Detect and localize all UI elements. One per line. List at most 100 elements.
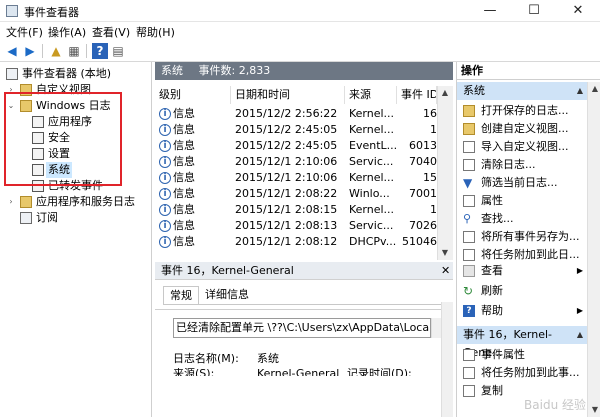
action-item[interactable]: 属性 (457, 192, 587, 210)
action-item[interactable]: 将所有事件另存为... (457, 228, 587, 246)
table-row[interactable]: i 信息 2015/12/1 2:10:06 Kernel... 15 (155, 170, 437, 186)
attach-task-icon (463, 249, 475, 261)
tab-general[interactable]: 常规 (163, 286, 199, 304)
logged-label: 记录时间(D): (347, 368, 412, 376)
cell-source: Kernel... (349, 203, 395, 216)
grid-scrollbar[interactable]: ▲ ▼ (437, 86, 453, 260)
chevron-up-icon[interactable]: ▲ (577, 326, 583, 344)
cell-event-id: 7040 (409, 155, 437, 168)
scroll-up-icon[interactable]: ▲ (588, 82, 600, 96)
info-icon: i (159, 156, 171, 168)
table-row[interactable]: i 信息 2015/12/2 2:45:05 EventL... 6013 (155, 138, 437, 154)
event-count: 事件数: 2,833 (198, 64, 271, 77)
tab-details[interactable]: 详细信息 (199, 286, 255, 304)
watermark: Baidu 经验 (524, 398, 586, 412)
action-item[interactable]: ⚲ 查找... (457, 210, 587, 228)
table-row[interactable]: i 信息 2015/12/2 2:45:05 Kernel... 1 (155, 122, 437, 138)
event-properties-icon (463, 349, 475, 361)
info-icon: i (159, 140, 171, 152)
subscription-icon (20, 212, 32, 224)
tree-root[interactable]: 事件查看器 (本地) (0, 66, 150, 82)
properties-icon (463, 195, 475, 207)
action-item[interactable]: 创建自定义视图... (457, 120, 587, 138)
table-row[interactable]: i 信息 2015/12/1 2:10:06 Servic... 7040 (155, 154, 437, 170)
cell-source: Servic... (349, 219, 394, 232)
cell-datetime: 2015/12/2 2:45:05 (235, 123, 338, 136)
info-icon: i (159, 172, 171, 184)
tree-subscriptions[interactable]: 订阅 (0, 210, 150, 226)
cell-level: 信息 (173, 171, 195, 184)
actions-section-event[interactable]: 事件 16，Kernel-Gene... ▲ (457, 326, 587, 359)
action-item[interactable]: 清除日志... (457, 156, 587, 174)
info-icon: i (159, 204, 171, 216)
chevron-up-icon[interactable]: ▲ (577, 82, 583, 100)
cell-datetime: 2015/12/1 2:10:06 (235, 155, 338, 168)
tree-app-service-logs[interactable]: › 应用程序和服务日志 (0, 194, 150, 210)
action-item-label: 查找... (481, 212, 514, 225)
close-detail-icon[interactable]: ✕ (441, 264, 450, 277)
cell-source: EventL... (349, 139, 397, 152)
tab-divider (163, 304, 441, 305)
column-header-level[interactable]: 级别 (155, 86, 231, 104)
scroll-up-icon[interactable]: ▲ (438, 86, 452, 100)
table-row[interactable]: i 信息 2015/12/1 2:08:15 Kernel... 1 (155, 202, 437, 218)
save-events-icon (463, 231, 475, 243)
up-folder-icon[interactable]: ▲ (48, 43, 64, 59)
table-row[interactable]: i 信息 2015/12/2 2:56:22 Kernel... 16 (155, 106, 437, 122)
scroll-down-icon[interactable]: ▼ (438, 246, 452, 260)
folder-icon (20, 196, 32, 208)
action-item[interactable]: 导入自定义视图... (457, 138, 587, 156)
action-item[interactable]: ▼ 筛选当前日志... (457, 174, 587, 192)
import-view-icon (463, 141, 475, 153)
submenu-arrow-icon: ▶ (576, 266, 583, 275)
cell-level: 信息 (173, 155, 195, 168)
action-view-label: 查看 (481, 264, 503, 277)
close-button[interactable]: ✕ (556, 0, 600, 22)
action-item[interactable]: 事件属性 (457, 346, 587, 364)
actions-section-system[interactable]: 系统 ▲ (457, 82, 587, 100)
cell-level: 信息 (173, 187, 195, 200)
action-refresh[interactable]: ↻ 刷新 (457, 282, 587, 300)
action-item-label: 清除日志... (481, 158, 536, 171)
minimize-button[interactable]: — (468, 0, 512, 22)
help-icon[interactable]: ? (92, 43, 108, 59)
event-message-box[interactable]: 已经清除配置单元 \??\C:\Users\zx\AppData\Local\P… (173, 318, 431, 338)
column-header-source[interactable]: 来源 (345, 86, 397, 104)
copy-icon (463, 385, 475, 397)
action-view[interactable]: 查看 ▶ (457, 262, 587, 280)
table-row[interactable]: i 信息 2015/12/1 2:08:13 Servic... 7026 (155, 218, 437, 234)
menu-file[interactable]: 文件(F) (6, 24, 43, 40)
toolbar: ◀ ▶ ▲ ▦ ? ▤ (0, 40, 600, 62)
cell-level: 信息 (173, 139, 195, 152)
actions-pane: 操作 系统 ▲ 打开保存的日志... 创建自定义视图... 导入自定义视图... 清除… (456, 62, 600, 417)
scroll-down-icon[interactable]: ▼ (588, 403, 600, 417)
detail-scrollbar[interactable] (441, 302, 453, 417)
table-row[interactable]: i 信息 2015/12/1 2:08:12 DHCPv... 51046 (155, 234, 437, 250)
actions-section-system-label: 系统 (463, 84, 485, 97)
console-tree-icon[interactable]: ▦ (66, 43, 82, 59)
back-arrow-icon[interactable]: ◀ (4, 43, 20, 59)
action-help[interactable]: ? 帮助 ▶ (457, 302, 587, 320)
actions-header: 操作 (457, 62, 600, 80)
attach-task-icon (463, 367, 475, 379)
menu-view[interactable]: 查看(V) (92, 24, 130, 40)
message-scrollbar[interactable] (431, 318, 441, 338)
action-refresh-label: 刷新 (481, 284, 503, 297)
window-title: 事件查看器 (24, 6, 79, 19)
menu-help[interactable]: 帮助(H) (136, 24, 175, 40)
cell-datetime: 2015/12/1 2:10:06 (235, 171, 338, 184)
action-item[interactable]: 打开保存的日志... (457, 102, 587, 120)
column-header-event-id[interactable]: 事件 ID (397, 86, 437, 104)
actions-scrollbar[interactable]: ▲ ▼ (587, 82, 600, 417)
cell-datetime: 2015/12/2 2:45:05 (235, 139, 338, 152)
expand-icon[interactable]: › (6, 194, 16, 210)
action-item[interactable]: 将任务附加到此事... (457, 364, 587, 382)
table-row[interactable]: i 信息 2015/12/1 2:08:22 Winlo... 7001 (155, 186, 437, 202)
action-item-label: 导入自定义视图... (481, 140, 569, 153)
action-item-label: 事件属性 (481, 348, 525, 361)
action-pane-icon[interactable]: ▤ (110, 43, 126, 59)
forward-arrow-icon[interactable]: ▶ (22, 43, 38, 59)
column-header-datetime[interactable]: 日期和时间 (231, 86, 345, 104)
maximize-button[interactable]: ☐ (512, 0, 556, 22)
menu-action[interactable]: 操作(A) (48, 24, 86, 40)
